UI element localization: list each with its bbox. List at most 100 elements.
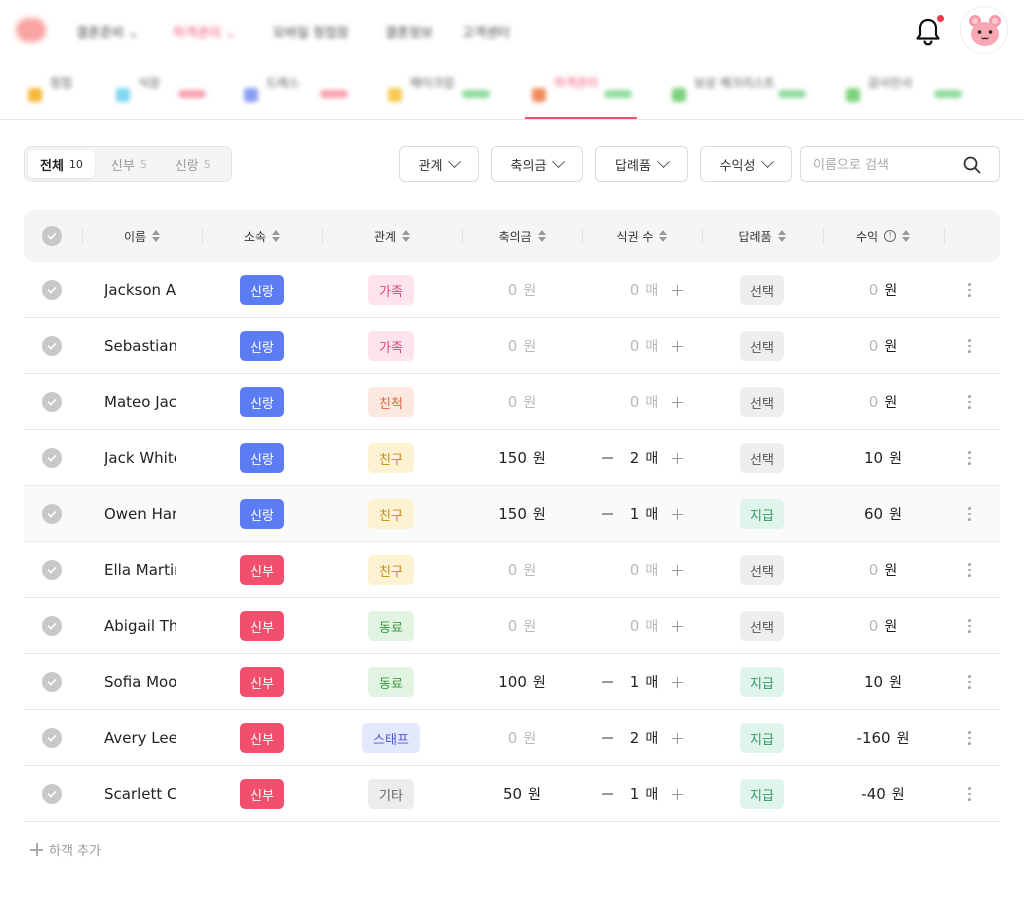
- subtab-makeup[interactable]: 메이크업: [388, 68, 498, 112]
- relation-badge[interactable]: 가족: [368, 331, 414, 361]
- row-checkbox[interactable]: [42, 504, 62, 524]
- more-options-icon[interactable]: [968, 451, 971, 465]
- return-gift-badge[interactable]: 지급: [740, 723, 784, 753]
- table-row[interactable]: Scarlett C 신부 기타 50 원 1매 지급 -40 원: [24, 766, 1000, 822]
- more-options-icon[interactable]: [968, 563, 971, 577]
- nav-item-mobile-invitation[interactable]: 모바일 청첩장: [273, 22, 349, 41]
- side-badge[interactable]: 신부: [240, 667, 284, 697]
- side-badge[interactable]: 신랑: [240, 331, 284, 361]
- plus-icon[interactable]: [671, 676, 683, 688]
- avatar[interactable]: [960, 6, 1008, 54]
- gift-money-cell[interactable]: 50 원: [462, 766, 582, 822]
- relation-dropdown[interactable]: 관계: [399, 146, 479, 182]
- subtab-venue[interactable]: 식장: [116, 68, 226, 112]
- minus-icon[interactable]: [601, 793, 613, 795]
- name-cell[interactable]: Owen Har: [104, 486, 176, 542]
- name-cell[interactable]: Ella Martin: [104, 542, 176, 598]
- return-gift-badge[interactable]: 선택: [740, 331, 784, 361]
- more-options-icon[interactable]: [968, 675, 971, 689]
- header-profit[interactable]: 수익 !: [823, 210, 943, 262]
- name-cell[interactable]: Avery Lee: [104, 710, 176, 766]
- header-side[interactable]: 소속: [202, 210, 322, 262]
- side-badge[interactable]: 신부: [240, 723, 284, 753]
- more-options-icon[interactable]: [968, 731, 971, 745]
- row-checkbox[interactable]: [42, 448, 62, 468]
- subtab-guest[interactable]: 하객관리: [532, 68, 637, 112]
- return-gift-dropdown[interactable]: 답례품: [595, 146, 688, 182]
- return-gift-badge[interactable]: 지급: [740, 779, 784, 809]
- minus-icon[interactable]: [601, 457, 613, 459]
- plus-icon[interactable]: [671, 508, 683, 520]
- plus-icon[interactable]: [671, 732, 683, 744]
- plus-icon[interactable]: [671, 620, 683, 632]
- subtab-dress[interactable]: 드레스: [244, 68, 354, 112]
- return-gift-badge[interactable]: 지급: [740, 499, 784, 529]
- more-options-icon[interactable]: [968, 395, 971, 409]
- name-cell[interactable]: Jackson A: [104, 262, 176, 318]
- relation-badge[interactable]: 기타: [368, 779, 414, 809]
- gift-money-cell[interactable]: 0원: [462, 262, 582, 318]
- segment-all[interactable]: 전체 10: [28, 150, 95, 178]
- return-gift-badge[interactable]: 선택: [740, 387, 784, 417]
- return-gift-badge[interactable]: 선택: [740, 275, 784, 305]
- header-meal-tickets[interactable]: 식권 수: [582, 210, 702, 262]
- nav-item-wedding-prep[interactable]: 결혼준비 ⌄: [76, 22, 139, 41]
- plus-icon[interactable]: [671, 788, 683, 800]
- profitability-dropdown[interactable]: 수익성: [700, 146, 792, 182]
- minus-icon[interactable]: [601, 681, 613, 683]
- gift-money-cell[interactable]: 0원: [462, 318, 582, 374]
- name-cell[interactable]: Sebastian: [104, 318, 176, 374]
- table-row[interactable]: Ella Martin 신부 친구 0원 0매 선택 0원: [24, 542, 1000, 598]
- gift-money-cell[interactable]: 0원: [462, 542, 582, 598]
- row-checkbox[interactable]: [42, 280, 62, 300]
- gift-money-dropdown[interactable]: 축의금: [491, 146, 583, 182]
- row-checkbox[interactable]: [42, 672, 62, 692]
- relation-badge[interactable]: 동료: [368, 667, 414, 697]
- more-options-icon[interactable]: [968, 619, 971, 633]
- name-cell[interactable]: Sofia Moo: [104, 654, 176, 710]
- header-relation[interactable]: 관계: [322, 210, 462, 262]
- segment-groom[interactable]: 신랑 5: [163, 150, 223, 178]
- table-row[interactable]: Sebastian 신랑 가족 0원 0매 선택 0원: [24, 318, 1000, 374]
- gift-money-cell[interactable]: 0원: [462, 374, 582, 430]
- plus-icon[interactable]: [671, 564, 683, 576]
- return-gift-badge[interactable]: 지급: [740, 667, 784, 697]
- add-guest-button[interactable]: 하객 추가: [30, 840, 101, 859]
- side-badge[interactable]: 신랑: [240, 443, 284, 473]
- table-row[interactable]: Abigail Th 신부 동료 0원 0매 선택 0원: [24, 598, 1000, 654]
- name-cell[interactable]: Jack White: [104, 430, 176, 486]
- plus-icon[interactable]: [671, 396, 683, 408]
- subtab-invitation[interactable]: 청첩: [28, 68, 108, 112]
- return-gift-badge[interactable]: 선택: [740, 611, 784, 641]
- search-input[interactable]: [813, 155, 963, 175]
- logo-icon[interactable]: [16, 18, 46, 42]
- row-checkbox[interactable]: [42, 560, 62, 580]
- minus-icon[interactable]: [601, 513, 613, 515]
- side-badge[interactable]: 신랑: [240, 387, 284, 417]
- side-badge[interactable]: 신부: [240, 779, 284, 809]
- relation-badge[interactable]: 스태프: [362, 723, 420, 753]
- more-options-icon[interactable]: [968, 283, 971, 297]
- more-options-icon[interactable]: [968, 787, 971, 801]
- subtab-checklist[interactable]: 보상 체크리스트: [672, 68, 812, 112]
- side-badge[interactable]: 신랑: [240, 499, 284, 529]
- name-cell[interactable]: Abigail Th: [104, 598, 176, 654]
- relation-badge[interactable]: 친구: [368, 555, 414, 585]
- table-row[interactable]: Owen Har 신랑 친구 150 원 1매 지급 60 원: [24, 486, 1000, 542]
- return-gift-badge[interactable]: 선택: [740, 443, 784, 473]
- more-options-icon[interactable]: [968, 339, 971, 353]
- gift-money-cell[interactable]: 0원: [462, 598, 582, 654]
- row-checkbox[interactable]: [42, 336, 62, 356]
- nav-item-customer-center[interactable]: 고객센터: [462, 22, 510, 41]
- plus-icon[interactable]: [671, 284, 683, 296]
- select-all-checkbox[interactable]: [42, 226, 62, 246]
- table-row[interactable]: Sofia Moo 신부 동료 100 원 1매 지급 10 원: [24, 654, 1000, 710]
- segment-bride[interactable]: 신부 5: [99, 150, 159, 178]
- side-badge[interactable]: 신부: [240, 611, 284, 641]
- plus-icon[interactable]: [671, 340, 683, 352]
- row-checkbox[interactable]: [42, 392, 62, 412]
- name-cell[interactable]: Scarlett C: [104, 766, 176, 822]
- header-return-gift[interactable]: 답례품: [702, 210, 822, 262]
- table-row[interactable]: Mateo Jac 신랑 친척 0원 0매 선택 0원: [24, 374, 1000, 430]
- relation-badge[interactable]: 동료: [368, 611, 414, 641]
